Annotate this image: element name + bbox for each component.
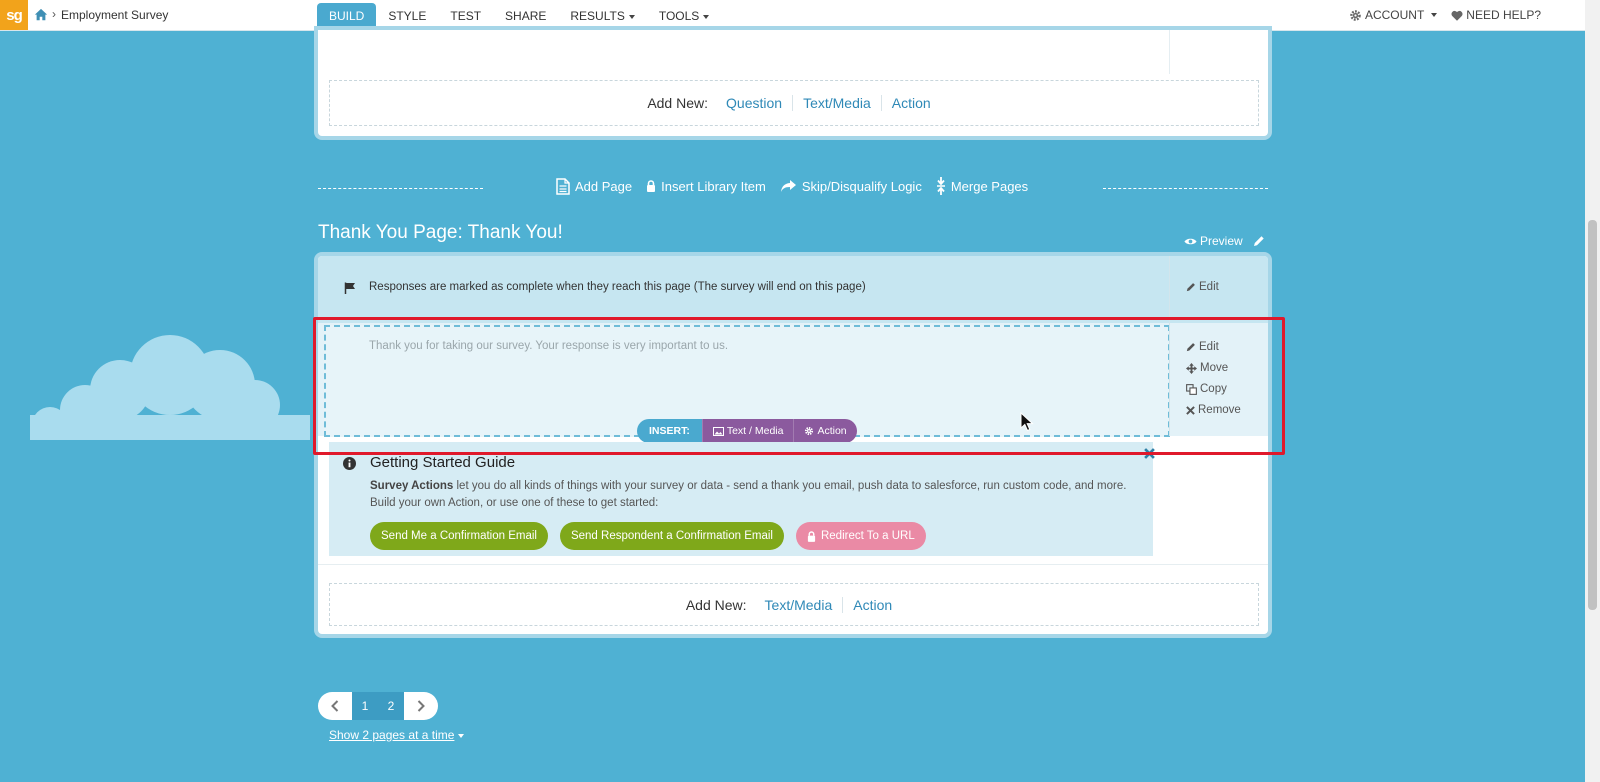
message-side-actions: Edit Move Copy Remove <box>1169 323 1268 436</box>
thank-you-message-row: Thank you for taking our survey. Your re… <box>318 323 1268 443</box>
account-menu[interactable]: ACCOUNT <box>1349 8 1438 22</box>
add-action-link[interactable]: Action <box>880 95 941 111</box>
main-nav: BUILD STYLE TEST SHARE RESULTS TOOLS <box>317 3 721 30</box>
chevron-left-icon <box>331 700 339 712</box>
info-icon <box>343 457 356 470</box>
eye-icon <box>1184 238 1197 244</box>
lock-icon <box>807 530 816 542</box>
pencil-icon <box>1186 283 1195 292</box>
flag-icon <box>344 282 355 294</box>
pages-per-view-toggle[interactable]: Show 2 pages at a time <box>329 728 465 742</box>
page-title: Thank You Page: Thank You! <box>318 222 563 243</box>
cloud-decoration <box>30 335 310 440</box>
caret-down-icon <box>1431 13 1438 17</box>
heart-icon <box>1451 10 1463 21</box>
edit-message-link[interactable]: Edit <box>1186 341 1219 353</box>
insert-label: INSERT: <box>637 419 702 443</box>
add-action-link[interactable]: Action <box>842 596 902 613</box>
page-scrollbar[interactable] <box>1585 0 1600 782</box>
tab-build[interactable]: BUILD <box>317 3 377 30</box>
add-new-label: Add New: <box>647 95 709 111</box>
lock-icon <box>647 180 656 192</box>
need-help-link[interactable]: NEED HELP? <box>1451 8 1541 22</box>
guide-buttons: Send Me a Confirmation Email Send Respon… <box>370 522 926 550</box>
caret-down-icon <box>458 733 465 738</box>
chevron-right-icon: › <box>52 7 56 21</box>
send-me-confirmation-button[interactable]: Send Me a Confirmation Email <box>370 522 548 550</box>
insert-text-media-button[interactable]: Text / Media <box>701 419 794 443</box>
question-side-column <box>1169 30 1268 74</box>
breadcrumb-survey-name[interactable]: Employment Survey <box>61 8 168 22</box>
top-bar: sg › Employment Survey BUILD STYLE TEST … <box>0 0 1585 31</box>
page-2-button[interactable]: 2 <box>378 692 404 720</box>
add-new-bar-page-1: Add New: Question Text/Media Action <box>329 80 1259 126</box>
copy-icon <box>1186 383 1197 395</box>
skip-logic-button[interactable]: Skip/Disqualify Logic <box>780 177 922 195</box>
home-icon[interactable] <box>34 8 48 22</box>
next-page-button[interactable] <box>404 692 438 720</box>
copy-message-link[interactable]: Copy <box>1186 383 1227 395</box>
insert-bar: INSERT: Text / Media Action <box>637 419 857 443</box>
divider <box>318 188 483 189</box>
close-icon[interactable] <box>1144 448 1155 459</box>
chevron-right-icon <box>417 700 425 712</box>
move-icon <box>1186 362 1197 374</box>
pencil-icon[interactable] <box>1253 235 1265 247</box>
page-header-actions: Preview <box>1184 234 1265 248</box>
complete-notice-side: Edit <box>1169 256 1268 323</box>
caret-down-icon <box>703 14 710 19</box>
tab-tools[interactable]: TOOLS <box>647 3 721 30</box>
merge-icon <box>936 177 945 195</box>
insert-action-button[interactable]: Action <box>793 419 857 443</box>
redirect-url-button[interactable]: Redirect To a URL <box>795 522 926 550</box>
tab-share[interactable]: SHARE <box>493 3 558 30</box>
guide-title: Getting Started Guide <box>370 454 516 471</box>
add-page-button[interactable]: Add Page <box>556 177 632 195</box>
getting-started-guide: Getting Started Guide Survey Actions let… <box>329 442 1155 556</box>
add-text-media-link[interactable]: Text/Media <box>755 597 843 613</box>
divider <box>1103 188 1268 189</box>
page-tools-bar: Add Page Insert Library Item Skip/Disqua… <box>318 177 1268 201</box>
add-question-link[interactable]: Question <box>716 95 792 111</box>
page-1-card: Add New: Question Text/Media Action <box>318 30 1268 136</box>
image-icon <box>712 426 724 436</box>
move-message-link[interactable]: Move <box>1186 362 1228 374</box>
guide-description: Survey Actions let you do all kinds of t… <box>370 480 1127 509</box>
send-respondent-confirmation-button[interactable]: Send Respondent a Confirmation Email <box>559 522 784 550</box>
caret-down-icon <box>628 14 635 19</box>
add-text-media-link[interactable]: Text/Media <box>792 95 881 111</box>
tab-results[interactable]: RESULTS <box>558 3 646 30</box>
pencil-icon <box>1186 343 1195 352</box>
thank-you-message-text[interactable]: Thank you for taking our survey. Your re… <box>369 340 728 352</box>
gear-icon <box>805 426 814 436</box>
merge-pages-button[interactable]: Merge Pages <box>936 177 1028 195</box>
page-1-button[interactable]: 1 <box>352 692 378 720</box>
thank-you-page-card: Responses are marked as complete when th… <box>318 256 1268 634</box>
close-icon <box>1186 405 1195 415</box>
logo[interactable]: sg <box>0 0 28 30</box>
previous-page-button[interactable] <box>318 692 352 720</box>
scrollbar-thumb[interactable] <box>1588 220 1597 610</box>
remove-message-link[interactable]: Remove <box>1186 404 1241 416</box>
complete-notice-text: Responses are marked as complete when th… <box>369 281 866 293</box>
add-new-bar-thank-you: Add New: Text/Media Action <box>329 583 1259 626</box>
pagination: 1 2 <box>318 692 438 720</box>
tab-style[interactable]: STYLE <box>376 3 438 30</box>
preview-link[interactable]: Preview <box>1184 234 1243 248</box>
document-icon <box>556 177 570 195</box>
edit-complete-link[interactable]: Edit <box>1186 281 1219 293</box>
gear-icon <box>1350 9 1361 21</box>
user-nav: ACCOUNT NEED HELP? <box>1349 8 1541 22</box>
mouse-cursor-icon <box>1020 412 1034 432</box>
insert-library-item-button[interactable]: Insert Library Item <box>646 177 766 195</box>
share-arrow-icon <box>780 180 796 192</box>
add-new-label: Add New: <box>685 596 747 613</box>
complete-notice-row: Responses are marked as complete when th… <box>318 256 1268 323</box>
divider <box>318 564 1268 565</box>
tab-test[interactable]: TEST <box>438 3 493 30</box>
